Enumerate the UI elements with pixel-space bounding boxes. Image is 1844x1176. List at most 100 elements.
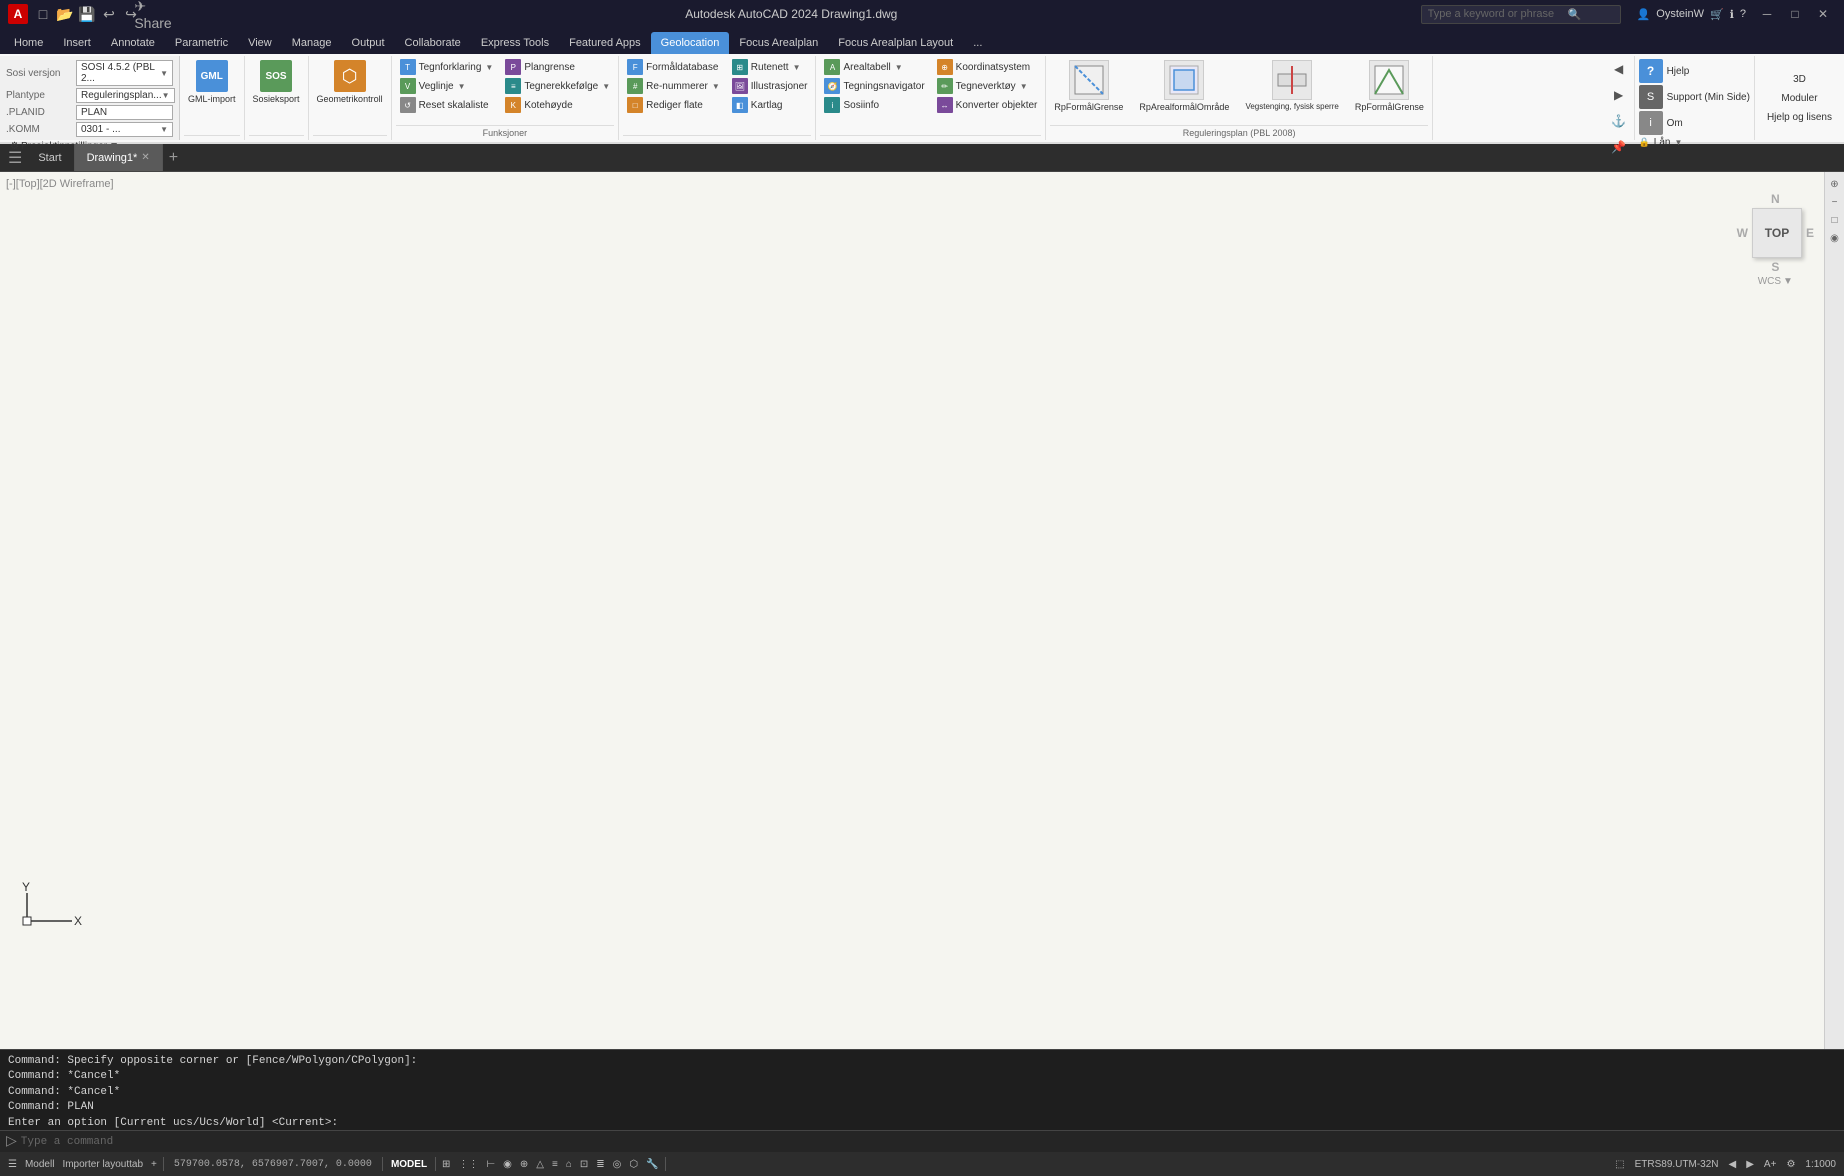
tab-focus-arealplan-layout[interactable]: Focus Arealplan Layout xyxy=(828,32,963,54)
coord-system[interactable]: ETRS89.UTM-32N xyxy=(1631,1159,1723,1170)
viewcube-top-button[interactable]: TOP xyxy=(1752,208,1802,258)
rs-icon-3[interactable]: □ xyxy=(1827,212,1843,228)
tab-collaborate[interactable]: Collaborate xyxy=(395,32,471,54)
komm-dropdown[interactable]: 0301 - ... ▼ xyxy=(76,122,173,137)
hjelp-og-lisens-button[interactable]: Hjelp og lisens xyxy=(1763,110,1836,125)
tab-drawing1[interactable]: Drawing1* ✕ xyxy=(75,144,163,171)
help-question-icon[interactable]: ? xyxy=(1639,59,1663,83)
sosieksport-button[interactable]: SOS Sosieksport xyxy=(249,58,304,106)
ortho-button[interactable]: ⊢ xyxy=(482,1159,499,1170)
tab-manage[interactable]: Manage xyxy=(282,32,342,54)
snap-button[interactable]: ⋮⋮ xyxy=(454,1159,482,1170)
arealtabell-button[interactable]: A Arealtabell ▼ xyxy=(820,58,928,76)
rutenett-button[interactable]: ⊞ Rutenett ▼ xyxy=(728,58,812,76)
share-button[interactable]: ✈ Share xyxy=(144,5,162,23)
tegningsnavigator-button[interactable]: 🧭 Tegningsnavigator xyxy=(820,77,928,95)
konverter-objekter-button[interactable]: ↔ Konverter objekter xyxy=(933,96,1042,114)
kotehøyde-button[interactable]: K Kotehøyde xyxy=(501,96,614,114)
tegnerekkefølge-button[interactable]: ≡ Tegnerekkefølge ▼ xyxy=(501,77,614,95)
ducs-button[interactable]: ⌂ xyxy=(562,1159,576,1170)
re-nummerer-button[interactable]: # Re-nummerer ▼ xyxy=(623,77,724,95)
tab-drawing1-close[interactable]: ✕ xyxy=(141,152,149,163)
formaldatabase-button[interactable]: F Formåldatabase xyxy=(623,58,724,76)
command-input[interactable] xyxy=(21,1136,1838,1148)
rs-icon-1[interactable]: ⊕ xyxy=(1827,176,1843,192)
viewport[interactable]: [-][Top][2D Wireframe] N W TOP E S WCS ▼… xyxy=(0,172,1844,1049)
rediger-flate-button[interactable]: □ Rediger flate xyxy=(623,96,724,114)
koordinatsystem-button[interactable]: ⊕ Koordinatsystem xyxy=(933,58,1042,76)
maximize-button[interactable]: □ xyxy=(1782,5,1808,23)
tegnforklaring-button[interactable]: T Tegnforklaring ▼ xyxy=(396,58,498,76)
add-tab-button[interactable]: + xyxy=(163,149,184,167)
add-layout-button[interactable]: + xyxy=(147,1159,161,1170)
help-icon[interactable]: ? xyxy=(1740,8,1746,20)
tab-menu-button[interactable]: ☰ xyxy=(4,148,26,168)
om-icon[interactable]: i xyxy=(1639,111,1663,135)
nav-prev-icon[interactable]: ◀ xyxy=(1608,58,1630,80)
transparency-button[interactable]: ◎ xyxy=(609,1159,626,1170)
sosiinfo-button[interactable]: i Sosiinfo xyxy=(820,96,928,114)
search-input[interactable] xyxy=(1428,8,1568,20)
viewport-toggle[interactable]: ⬚ xyxy=(1611,1159,1628,1170)
close-button[interactable]: ✕ xyxy=(1810,5,1836,23)
plangrense-button[interactable]: P Plangrense xyxy=(501,58,614,76)
kartlag-button[interactable]: ◧ Kartlag xyxy=(728,96,812,114)
rp-formålgrense-button[interactable]: RpFormålGrense xyxy=(1050,58,1127,114)
dynmode-button[interactable]: ⊡ xyxy=(576,1159,592,1170)
rp-formålgrense2-button[interactable]: RpFormålGrense xyxy=(1351,58,1428,114)
scale-label[interactable]: 1:1000 xyxy=(1801,1159,1840,1170)
polar-button[interactable]: ◉ xyxy=(499,1159,516,1170)
nav-right[interactable]: ▶ xyxy=(1742,1159,1758,1170)
new-button[interactable]: □ xyxy=(34,5,52,23)
tab-home[interactable]: Home xyxy=(4,32,53,54)
undo-button[interactable]: ↩ xyxy=(100,5,118,23)
annotate-scale[interactable]: A+ xyxy=(1760,1159,1781,1170)
viewcube[interactable]: N W TOP E S WCS ▼ xyxy=(1737,192,1814,287)
nav-left[interactable]: ◀ xyxy=(1725,1159,1741,1170)
rs-icon-4[interactable]: ◉ xyxy=(1827,230,1843,246)
reset-skalaliste-button[interactable]: ↺ Reset skalaliste xyxy=(396,96,498,114)
tab-view[interactable]: View xyxy=(238,32,282,54)
rp-arealformålområde-button[interactable]: RpArealformålOmråde xyxy=(1135,58,1233,114)
3d-button[interactable]: 3D xyxy=(1789,72,1810,87)
tab-parametric[interactable]: Parametric xyxy=(165,32,238,54)
tab-insert[interactable]: Insert xyxy=(53,32,101,54)
gml-import-button[interactable]: GML GML-import xyxy=(184,58,240,106)
status-menu-button[interactable]: ☰ xyxy=(4,1159,21,1170)
tegneverktøy-button[interactable]: ✏ Tegneverktøy ▼ xyxy=(933,77,1042,95)
pin-icon[interactable]: 📌 xyxy=(1608,136,1630,158)
tab-focus-arealplan[interactable]: Focus Arealplan xyxy=(729,32,828,54)
workspace-icon[interactable]: ⚙ xyxy=(1782,1159,1799,1170)
open-button[interactable]: 📂 xyxy=(56,5,74,23)
otrack-button[interactable]: ≡ xyxy=(548,1159,562,1170)
selection-button[interactable]: ⬡ xyxy=(625,1159,642,1170)
anchor-icon[interactable]: ⚓ xyxy=(1608,110,1630,132)
plantype-dropdown[interactable]: Reguleringsplan... ▼ xyxy=(76,88,175,103)
grid-button[interactable]: ⊞ xyxy=(438,1159,454,1170)
nav-next-icon[interactable]: ▶ xyxy=(1608,84,1630,106)
tab-start[interactable]: Start xyxy=(26,144,74,171)
3dosnap-button[interactable]: △ xyxy=(532,1159,548,1170)
app-icon[interactable]: A xyxy=(8,4,28,24)
support-icon[interactable]: S xyxy=(1639,85,1663,109)
viewcube-wcs[interactable]: WCS ▼ xyxy=(1758,276,1793,287)
sosi-version-dropdown[interactable]: SOSI 4.5.2 (PBL 2... ▼ xyxy=(76,60,173,86)
osnap-button[interactable]: ⊕ xyxy=(516,1159,532,1170)
tab-geolocation[interactable]: Geolocation xyxy=(651,32,730,54)
tab-featured-apps[interactable]: Featured Apps xyxy=(559,32,651,54)
tab-express-tools[interactable]: Express Tools xyxy=(471,32,559,54)
moduler-button[interactable]: Moduler xyxy=(1777,91,1821,106)
importer-layouttab[interactable]: Importer layouttab xyxy=(58,1159,147,1170)
tab-output[interactable]: Output xyxy=(342,32,395,54)
tab-annotate[interactable]: Annotate xyxy=(101,32,165,54)
search-icon[interactable]: 🔍 xyxy=(1568,8,1582,21)
keyword-search[interactable]: 🔍 xyxy=(1421,5,1621,24)
annotation-button[interactable]: 🔧 xyxy=(642,1159,662,1170)
tab-more[interactable]: ... xyxy=(963,32,992,54)
vegstenging-button[interactable]: Vegstenging, fysisk sperre xyxy=(1241,58,1342,113)
illustrasjoner-button[interactable]: 🖼 Illustrasjoner xyxy=(728,77,812,95)
lineweight-button[interactable]: ≣ xyxy=(592,1159,608,1170)
geometrikontroll-button[interactable]: ⬡ Geometrikontroll xyxy=(313,58,387,106)
info-icon[interactable]: ℹ xyxy=(1730,8,1734,21)
veglinje-button[interactable]: V Veglinje ▼ xyxy=(396,77,498,95)
